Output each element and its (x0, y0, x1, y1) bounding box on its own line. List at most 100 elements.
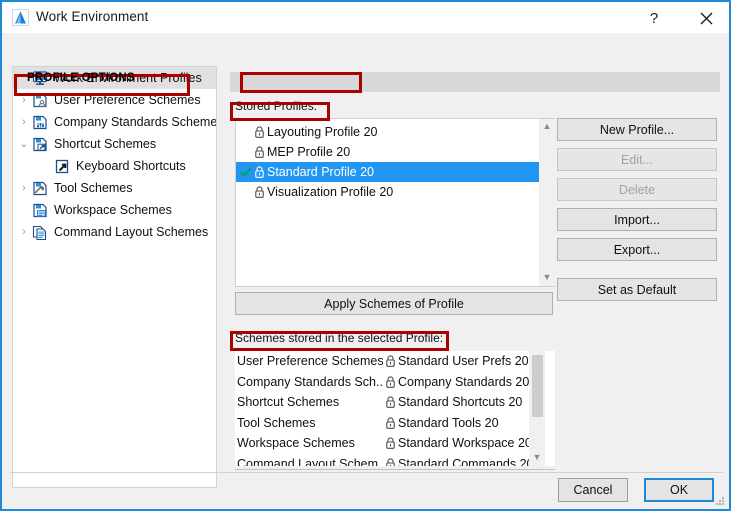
scheme-row[interactable]: Command Layout Schem Standard Commands 2… (235, 454, 555, 467)
tree-item-label: Command Layout Schemes (54, 225, 208, 239)
lock-icon (383, 376, 398, 388)
scheme-value: Standard User Prefs 20 (398, 354, 529, 368)
work-environment-dialog: Work Environment ? Work Environment Prof… (0, 0, 731, 511)
lock-icon (383, 417, 398, 429)
tool-schemes-icon (31, 180, 49, 196)
tree-item-label: Shortcut Schemes (54, 137, 156, 151)
tree-item-user-preference-schemes[interactable]: › User Preference Schemes (13, 89, 216, 111)
lock-icon (383, 437, 398, 449)
chevron-right-icon[interactable]: › (17, 227, 31, 238)
lock-icon (252, 126, 267, 138)
lock-icon (252, 166, 267, 178)
stored-profiles-scrollbar[interactable]: ▲ ▼ (539, 119, 555, 286)
scheme-row[interactable]: User Preference Schemes Standard User Pr… (235, 351, 555, 372)
lock-icon (252, 186, 267, 198)
window-title: Work Environment (36, 9, 148, 24)
lock-icon (383, 458, 398, 466)
tree-item-shortcut-schemes[interactable]: ⌄ Shortcut Schemes (13, 133, 216, 155)
import-button[interactable]: Import... (557, 208, 717, 231)
stored-profile-name: Layouting Profile 20 (267, 125, 378, 139)
chevron-down-icon[interactable]: ⌄ (17, 139, 31, 150)
scroll-down-icon[interactable]: ▼ (543, 270, 552, 286)
delete-button: Delete (557, 178, 717, 201)
scheme-tree-panel[interactable]: Work Environment Profiles› User Preferen… (12, 66, 217, 488)
tree-item-workspace-schemes[interactable]: Workspace Schemes (13, 199, 216, 221)
schemes-stored-label: Schemes stored in the selected Profile: (235, 331, 443, 345)
scheme-category: Company Standards Sch... (235, 375, 383, 389)
set-as-default-button[interactable]: Set as Default (557, 278, 717, 301)
resize-grip-icon[interactable] (715, 496, 725, 506)
help-button[interactable]: ? (631, 2, 677, 34)
scheme-value: Standard Tools 20 (398, 416, 499, 430)
cancel-button[interactable]: Cancel (558, 478, 628, 502)
command-layout-schemes-icon (31, 224, 49, 240)
chevron-right-icon[interactable]: › (17, 183, 31, 194)
scheme-row[interactable]: Shortcut Schemes Standard Shortcuts 20 (235, 392, 555, 413)
footer-divider (10, 472, 723, 473)
scheme-row[interactable]: Tool Schemes Standard Tools 20 (235, 413, 555, 434)
export-button[interactable]: Export... (557, 238, 717, 261)
stored-profile-name: Standard Profile 20 (267, 165, 374, 179)
schemes-stored-list[interactable]: User Preference Schemes Standard User Pr… (235, 351, 555, 466)
scroll-down-icon[interactable]: ▼ (533, 450, 542, 466)
tree-item-tool-schemes[interactable]: › Tool Schemes (13, 177, 216, 199)
company-standards-schemes-icon (31, 114, 49, 130)
scheme-value-cell: Standard Tools 20 (383, 416, 499, 430)
scroll-up-icon[interactable]: ▲ (543, 119, 552, 135)
active-check-icon (240, 166, 252, 178)
scheme-row[interactable]: Company Standards Sch... Company Standar… (235, 372, 555, 393)
stored-profile-row[interactable]: Standard Profile 20 (236, 162, 554, 182)
scheme-value-cell: Standard Workspace 20 (383, 436, 532, 450)
scheme-category: User Preference Schemes (235, 354, 383, 368)
scheme-value: Standard Shortcuts 20 (398, 395, 522, 409)
chevron-right-icon[interactable]: › (17, 95, 31, 106)
scheme-value: Standard Commands 20 (398, 457, 534, 466)
chevron-right-icon[interactable]: › (17, 117, 31, 128)
title-bar: Work Environment ? (2, 0, 731, 33)
scheme-value: Company Standards 20 (398, 375, 529, 389)
lock-icon (383, 355, 398, 367)
stored-profile-row[interactable]: MEP Profile 20 (236, 142, 554, 162)
scheme-value-cell: Standard Commands 20 (383, 457, 534, 466)
lock-icon (252, 146, 267, 158)
close-icon[interactable] (683, 2, 729, 34)
tree-item-label: User Preference Schemes (54, 93, 201, 107)
tree-item-label: Workspace Schemes (54, 203, 172, 217)
tree-item-label: Tool Schemes (54, 181, 133, 195)
stored-profile-name: MEP Profile 20 (267, 145, 350, 159)
scheme-category: Workspace Schemes (235, 436, 383, 450)
section-header-title: PROFILE OPTIONS (27, 72, 135, 84)
ok-button[interactable]: OK (644, 478, 714, 502)
scheme-row[interactable]: Workspace Schemes Standard Workspace 20 (235, 433, 555, 454)
archicad-logo-icon (12, 9, 29, 26)
section-header-bar (230, 72, 720, 92)
schemes-scrollbar[interactable]: ▲ ▼ (529, 351, 545, 466)
scheme-value-cell: Standard Shortcuts 20 (383, 395, 522, 409)
list-bottom-divider (235, 469, 555, 470)
keyboard-shortcuts-icon (53, 158, 71, 174)
stored-profile-row[interactable]: Layouting Profile 20 (236, 122, 554, 142)
workspace-schemes-icon (31, 202, 49, 218)
title-underbar (2, 33, 729, 57)
scheme-category: Command Layout Schem (235, 457, 383, 466)
user-preference-schemes-icon (31, 92, 49, 108)
lock-icon (383, 396, 398, 408)
profile-actions-group: New Profile... Edit... Delete Import... Expo… (557, 118, 717, 318)
scrollbar-thumb[interactable] (532, 355, 543, 417)
tree-item-command-layout-schemes[interactable]: › Command Layout Schemes (13, 221, 216, 243)
edit-button: Edit... (557, 148, 717, 171)
scheme-value: Standard Workspace 20 (398, 436, 532, 450)
stored-profiles-label: Stored Profiles: (235, 99, 317, 113)
stored-profiles-list[interactable]: Layouting Profile 20 MEP Profile 20 Stan… (235, 118, 555, 287)
scheme-value-cell: Company Standards 20 (383, 375, 529, 389)
apply-schemes-of-profile-button[interactable]: Apply Schemes of Profile (235, 292, 553, 315)
shortcut-schemes-icon (31, 136, 49, 152)
new-profile-button[interactable]: New Profile... (557, 118, 717, 141)
tree-item-keyboard-shortcuts[interactable]: Keyboard Shortcuts (13, 155, 216, 177)
stored-profile-row[interactable]: Visualization Profile 20 (236, 182, 554, 202)
scheme-category: Shortcut Schemes (235, 395, 383, 409)
stored-profile-name: Visualization Profile 20 (267, 185, 393, 199)
tree-item-label: Company Standards Schemes (54, 115, 216, 129)
tree-item-company-standards-schemes[interactable]: › Company Standards Schemes (13, 111, 216, 133)
scheme-category: Tool Schemes (235, 416, 383, 430)
